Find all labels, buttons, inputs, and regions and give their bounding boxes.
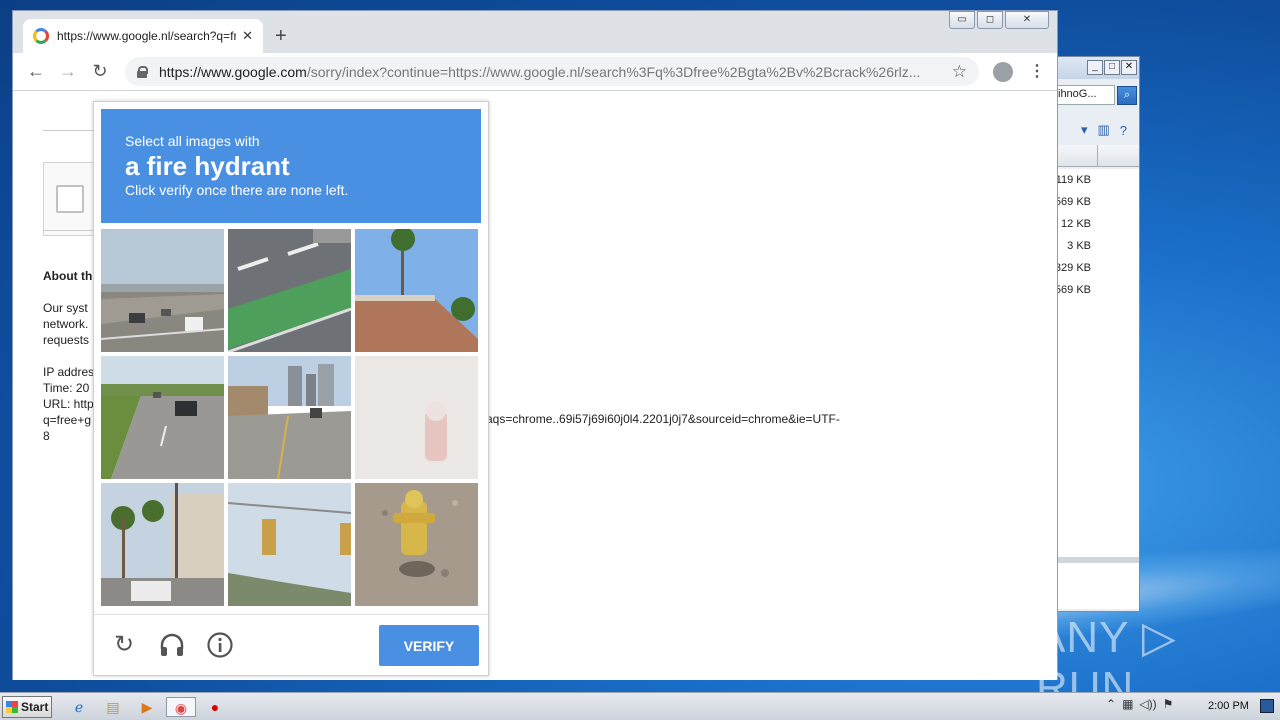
time-text: Time: 20 [43, 381, 90, 395]
url-text[interactable]: https://www.google.com/sorry/index?conti… [159, 64, 946, 80]
challenge-instruction: Select all images with [125, 133, 260, 149]
search-icon[interactable]: ⌕ [1117, 86, 1137, 105]
background-explorer-window[interactable]: _ □ ✕ ihnoG... ⌕ ▾ ▥ ? 119 KB 569 KB 12 … [1050, 56, 1140, 612]
opera-icon[interactable]: ● [204, 697, 226, 717]
explorer-search-input[interactable]: ihnoG... [1051, 85, 1115, 105]
menu-dots-icon[interactable]: ⋮ [1029, 61, 1045, 81]
file-list[interactable]: 119 KB 569 KB 12 KB 3 KB 329 KB 569 KB [1051, 169, 1139, 609]
chevron-down-icon[interactable]: ▾ [1081, 122, 1088, 138]
network-icon[interactable]: ▦ [1122, 697, 1133, 711]
body-text: requests [43, 333, 90, 347]
minimize-icon[interactable]: ▭ [949, 11, 975, 29]
file-size: 569 KB [1054, 196, 1091, 208]
windows-logo-icon [6, 701, 18, 713]
help-icon[interactable]: ? [1120, 123, 1127, 138]
minimize-icon[interactable]: _ [1087, 60, 1103, 75]
image-tile[interactable] [101, 229, 224, 352]
forward-arrow-icon[interactable]: → [57, 61, 79, 82]
reload-icon[interactable]: ↻ [89, 61, 111, 82]
recaptcha-challenge: Select all images with a fire hydrant Cl… [93, 101, 489, 676]
back-arrow-icon[interactable]: ← [25, 61, 47, 82]
explorer-titlebar[interactable]: _ □ ✕ [1051, 57, 1139, 79]
show-desktop-button[interactable] [1260, 699, 1274, 713]
volume-icon[interactable]: ◁)) [1139, 697, 1156, 711]
maximize-icon[interactable]: □ [1104, 60, 1120, 75]
ip-address-text: IP addres [43, 365, 95, 379]
address-bar[interactable]: https://www.google.com/sorry/index?conti… [125, 57, 979, 86]
chrome-taskbar-icon[interactable]: ◉ [166, 697, 196, 717]
file-size: 12 KB [1061, 218, 1091, 230]
tab-google-search[interactable]: https://www.google.nl/search?q=free+gta+… [23, 19, 263, 53]
file-explorer-icon[interactable]: ▤ [102, 697, 124, 717]
url-query-text: 8 [43, 429, 50, 443]
body-text: network. [43, 317, 89, 331]
file-size: 569 KB [1054, 284, 1091, 296]
action-center-flag-icon[interactable]: ⚑ [1163, 697, 1174, 711]
challenge-footer: ↻ VERIFY [94, 614, 488, 676]
google-favicon-icon [33, 28, 49, 44]
recaptcha-checkbox[interactable] [56, 185, 84, 213]
body-text: Our syst [43, 301, 88, 315]
preview-pane-icon[interactable]: ▥ [1097, 122, 1109, 138]
file-size: 119 KB [1055, 174, 1091, 186]
browser-toolbar: ← → ↻ https://www.google.com/sorry/index… [13, 53, 1057, 91]
url-query-tail: aqs=chrome..69i57j69i60j0l4.2201j0j7&sou… [486, 412, 840, 426]
image-tile[interactable] [101, 356, 224, 479]
tab-title: https://www.google.nl/search?q=free+gta+… [57, 29, 237, 43]
image-grid [101, 229, 481, 609]
start-button[interactable]: Start [2, 696, 52, 718]
horizontal-scrollbar[interactable] [1051, 557, 1139, 563]
new-tab-button[interactable]: + [275, 25, 287, 48]
url-label-text: URL: http [43, 397, 94, 411]
restore-icon[interactable]: ◻ [977, 11, 1003, 29]
profile-avatar-icon[interactable] [993, 62, 1013, 82]
image-tile[interactable] [228, 483, 351, 606]
clock[interactable]: 2:00 PM [1208, 700, 1249, 712]
tab-close-icon[interactable]: ✕ [242, 28, 253, 44]
image-tile[interactable] [228, 356, 351, 479]
tab-strip: https://www.google.nl/search?q=free+gta+… [13, 11, 1057, 53]
start-label: Start [21, 700, 49, 714]
image-tile[interactable] [355, 483, 478, 606]
info-icon[interactable] [206, 631, 234, 659]
verify-button[interactable]: VERIFY [379, 625, 479, 666]
tray-expand-icon[interactable]: ⌃ [1106, 697, 1116, 711]
image-tile[interactable] [355, 356, 478, 479]
headphones-icon[interactable] [158, 631, 186, 659]
taskbar: Start ℯ ▤ ▶ ◉ ● ⌃ ▦ ◁)) ⚑ 2:00 PM [0, 692, 1280, 720]
image-tile[interactable] [101, 483, 224, 606]
close-icon[interactable]: ✕ [1121, 60, 1137, 75]
challenge-header: Select all images with a fire hydrant Cl… [101, 109, 481, 223]
image-tile[interactable] [228, 229, 351, 352]
system-tray: ⌃ ▦ ◁)) ⚑ [1106, 697, 1173, 711]
challenge-hint: Click verify once there are none left. [125, 182, 349, 198]
lock-icon[interactable] [137, 66, 148, 78]
file-size: 3 KB [1067, 240, 1091, 252]
image-tile[interactable] [355, 229, 478, 352]
file-size: 329 KB [1054, 262, 1091, 274]
bookmark-star-icon[interactable]: ☆ [952, 62, 967, 82]
media-player-icon[interactable]: ▶ [136, 697, 158, 717]
column-header[interactable] [1051, 145, 1139, 167]
challenge-target: a fire hydrant [125, 151, 290, 181]
about-heading: About th [43, 269, 93, 283]
reload-icon[interactable]: ↻ [110, 631, 138, 659]
internet-explorer-icon[interactable]: ℯ [68, 697, 90, 717]
url-query-text: q=free+g [43, 413, 92, 427]
close-icon[interactable]: ✕ [1005, 11, 1049, 29]
